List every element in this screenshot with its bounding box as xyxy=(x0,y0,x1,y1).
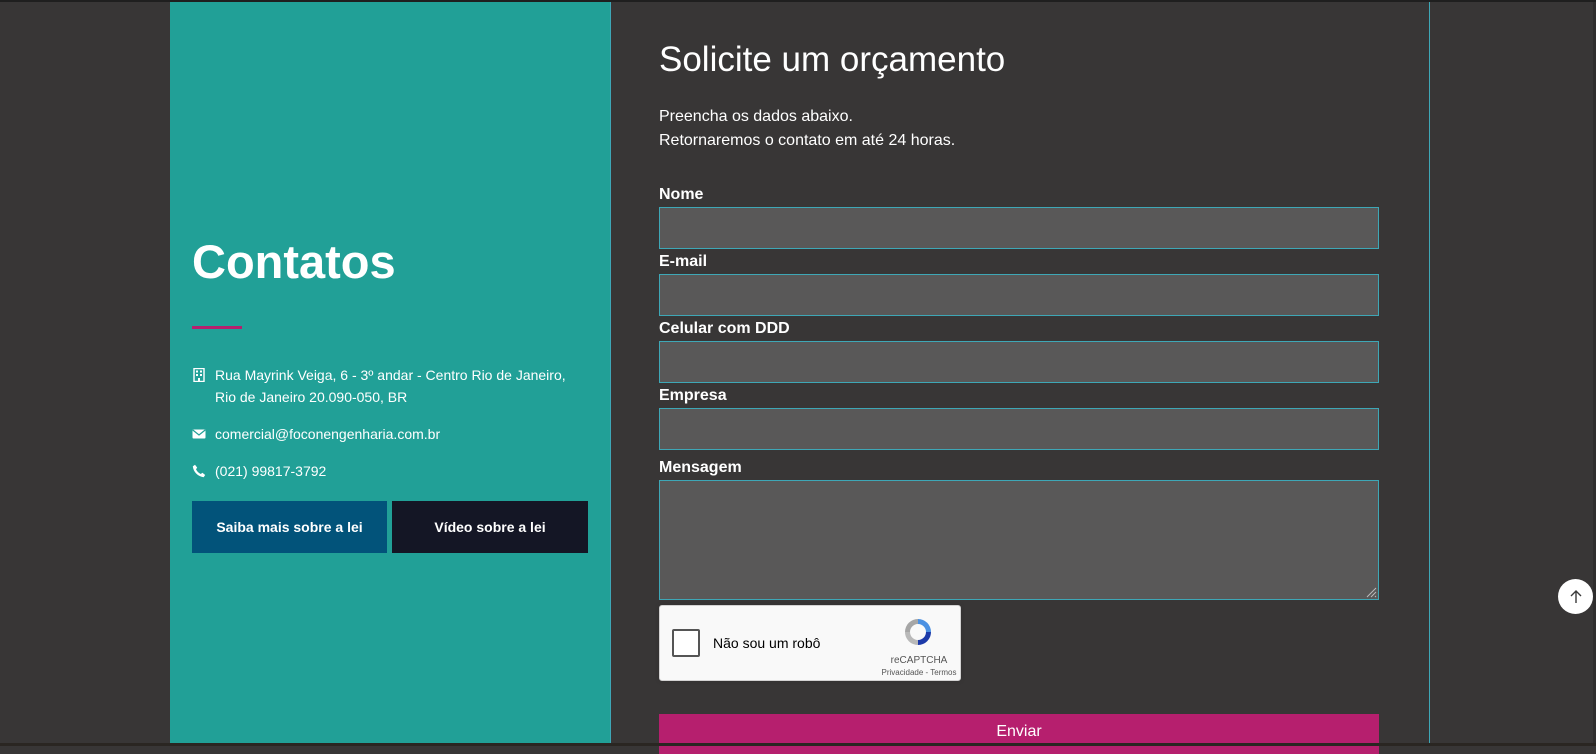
recaptcha-privacy-link[interactable]: Privacidade xyxy=(881,668,923,677)
law-info-button[interactable]: Saiba mais sobre a lei xyxy=(192,501,387,553)
recaptcha-label: Não sou um robô xyxy=(713,635,821,651)
quote-form-panel: Solicite um orçamento Preencha os dados … xyxy=(610,2,1430,754)
message-textarea[interactable] xyxy=(659,480,1379,600)
contacts-title: Contatos xyxy=(192,235,396,288)
resize-grip-icon[interactable] xyxy=(1364,585,1377,598)
form-description-line-2: Retornaremos o contato em até 24 horas. xyxy=(659,132,956,149)
recaptcha-separator: - xyxy=(925,668,929,677)
form-title: Solicite um orçamento xyxy=(659,40,1006,79)
company-input[interactable] xyxy=(659,408,1379,450)
name-label: Nome xyxy=(659,186,704,203)
arrow-up-icon xyxy=(1570,589,1581,603)
phone-label: Celular com DDD xyxy=(659,320,790,337)
recaptcha-terms-link[interactable]: Termos xyxy=(930,668,956,677)
phone-link[interactable]: (021) 99817-3792 xyxy=(215,460,575,482)
email-input[interactable] xyxy=(659,274,1379,316)
title-divider xyxy=(192,326,242,329)
form-description-line-1: Preencha os dados abaixo. xyxy=(659,108,853,125)
recaptcha-brand: reCAPTCHA xyxy=(890,655,948,666)
building-icon xyxy=(193,368,205,382)
name-input[interactable] xyxy=(659,207,1379,249)
recaptcha-checkbox[interactable] xyxy=(672,629,700,657)
email-link[interactable]: comercial@foconengenharia.com.br xyxy=(215,423,575,445)
contacts-panel: Contatos Rua Mayrink Veiga, 6 - 3º andar… xyxy=(170,2,610,743)
form-description: Preencha os dados abaixo. Retornaremos o… xyxy=(659,105,955,153)
recaptcha-widget: Não sou um robô reCAPTCHA Privacidade - … xyxy=(659,605,961,681)
envelope-icon xyxy=(192,429,206,439)
law-video-button[interactable]: Vídeo sobre a lei xyxy=(392,501,588,553)
scroll-to-top-button[interactable] xyxy=(1558,579,1593,614)
message-label: Mensagem xyxy=(659,459,742,476)
phone-icon xyxy=(192,464,206,478)
phone-input[interactable] xyxy=(659,341,1379,383)
submit-button[interactable]: Enviar xyxy=(659,714,1379,754)
recaptcha-links: Privacidade - Termos xyxy=(860,668,978,677)
company-label: Empresa xyxy=(659,387,727,404)
address-text: Rua Mayrink Veiga, 6 - 3º andar - Centro… xyxy=(215,367,566,405)
email-label: E-mail xyxy=(659,253,708,270)
recaptcha-logo-icon xyxy=(905,619,931,645)
